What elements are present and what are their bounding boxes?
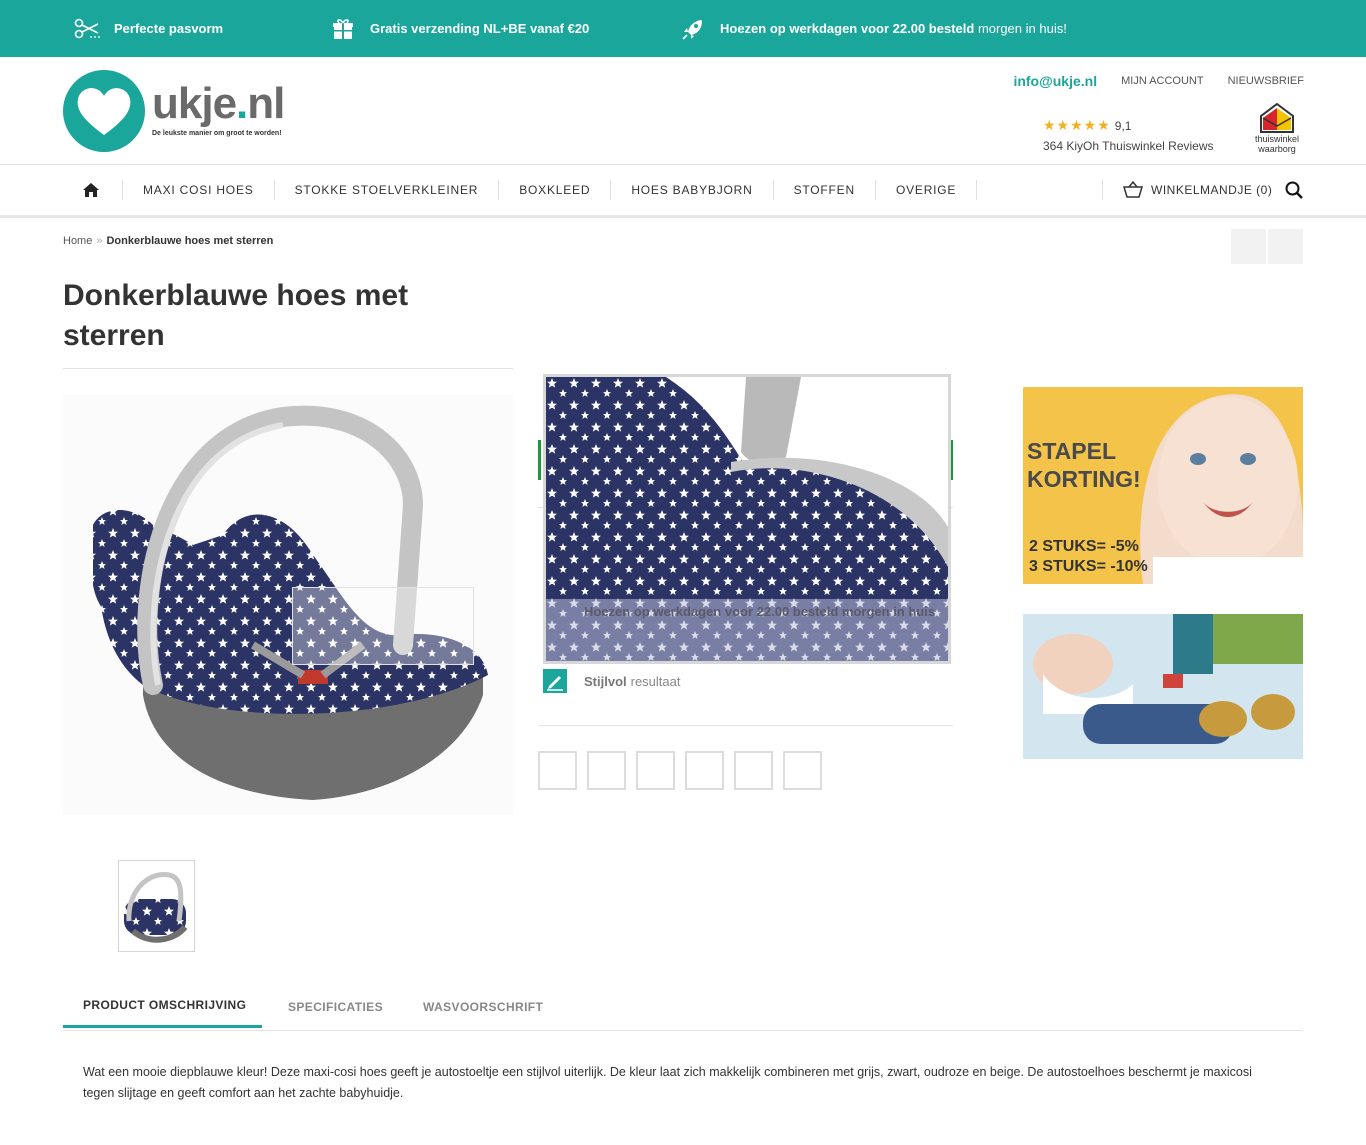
breadcrumb-home[interactable]: Home [63,235,92,247]
rocket-icon [680,16,706,42]
nav-item-overige[interactable]: OVERIGE [876,180,978,200]
next-product-button[interactable] [1268,229,1303,264]
nav-item-maxi-cosi-hoes[interactable]: MAXI COSI HOES [123,180,275,200]
variant-swatch[interactable] [783,751,822,790]
logo-wordmark: ukje.nl [152,79,285,128]
variant-swatch[interactable] [587,751,626,790]
product-title: Donkerblauwe hoes met sterren [63,276,513,369]
usp-fit-label: Perfecte pasvorm [114,21,224,36]
product-pager [1231,229,1303,264]
nav-item-stokke-stoelverkleiner[interactable]: STOKKE STOELVERKLEINER [275,180,500,200]
variant-swatches [538,751,822,790]
email-link[interactable]: info@ukje.nl [1013,73,1097,89]
breadcrumb-current: Donkerblauwe hoes met sterren [106,235,274,247]
zoom-preview [543,374,951,664]
search-icon[interactable] [1285,181,1303,204]
rating-count: 364 KiyOh Thuiswinkel Reviews [1043,139,1214,153]
usp-delivery-label-bold: Hoezen op werkdagen voor 22.00 besteld [720,21,975,36]
usp-bar: Perfecte pasvorm Gratis verzending NL+BE… [0,0,1366,57]
tab-specificaties[interactable]: SPECIFICATIES [288,985,383,1028]
usp-delivery-label-light: morgen in huis! [977,21,1067,36]
heart-logo-icon [63,70,145,152]
zoom-lens [292,587,474,665]
svg-text:waarborg: waarborg [1257,144,1296,154]
nav-item-hoes-babybjorn[interactable]: HOES BABYBJORN [611,180,774,200]
header-links: info@ukje.nl MIJN ACCOUNT NIEUWSBRIEF [1013,73,1304,89]
logo-tagline: De leukste manier om groot te worden! [152,130,282,137]
review-rating[interactable]: ★★★★★ 9,1 364 KiyOh Thuiswinkel Reviews [1043,117,1214,153]
variant-swatch[interactable] [734,751,773,790]
pencil-check-icon [543,669,567,693]
tab-wasvoorschrift[interactable]: WASVOORSCHRIFT [423,985,543,1028]
breadcrumb: Home » Donkerblauwe hoes met sterren [63,235,273,247]
benefit-rest: resultaat [630,673,681,689]
rating-stars: ★★★★★ [1043,117,1111,133]
variant-swatch[interactable] [636,751,675,790]
account-link[interactable]: MIJN ACCOUNT [1121,75,1204,87]
thuiswinkel-waarborg-logo[interactable]: thuiswinkel waarborg [1249,102,1305,154]
divider [538,725,953,726]
rating-score: 9,1 [1114,119,1132,133]
usp-shipping-label: Gratis verzending NL+BE vanaf €20 [370,21,590,36]
nav-item-stoffen[interactable]: STOFFEN [774,180,876,200]
usp-fit: Perfecte pasvorm [74,0,223,57]
banner-title: STAPEL KORTING! [1027,438,1141,492]
usp-shipping: Gratis verzending NL+BE vanaf €20 [330,0,589,57]
main-navigation: MAXI COSI HOES STOKKE STOELVERKLEINER BO… [0,165,1366,218]
basket-icon [1123,181,1143,198]
zoom-usp-text: Hoezen op werkdagen voor 22.00 besteld m… [584,604,936,619]
home-icon[interactable] [62,180,123,200]
breadcrumb-separator: » [96,235,103,247]
usp-delivery: Hoezen op werkdagen voor 22.00 besteld m… [680,0,1067,57]
product-thumbnail[interactable] [118,860,195,952]
banner-discounts: 2 STUKS= -5% 3 STUKS= -10% [1029,538,1148,575]
benefit-item: Stijlvol resultaat [543,669,681,693]
scissors-icon [74,16,100,42]
tab-product-omschrijving[interactable]: PRODUCT OMSCHRIJVING [63,985,262,1028]
previous-product-button[interactable] [1231,229,1266,264]
benefit-bold: Stijlvol [584,673,627,689]
variant-swatch[interactable] [685,751,724,790]
site-header: ukje.nl De leukste manier om groot te wo… [0,57,1366,165]
cart-button[interactable]: WINKELMANDJE (0) [1102,180,1272,200]
product-description: Wat een mooie diepblauwe kleur! Deze max… [83,1065,1252,1100]
stapel-korting-banner[interactable]: STAPEL KORTING! 2 STUKS= -5% 3 STUKS= -10% [1023,387,1303,584]
product-tabs: PRODUCT OMSCHRIJVING SPECIFICATIES WASVO… [63,985,1303,1031]
newsletter-link[interactable]: NIEUWSBRIEF [1228,75,1304,87]
svg-text:thuiswinkel: thuiswinkel [1255,134,1299,144]
site-logo[interactable]: ukje.nl De leukste manier om groot te wo… [62,69,302,155]
variant-swatch[interactable] [538,751,577,790]
baby-photo-banner[interactable] [1023,614,1303,759]
gift-icon [330,16,356,42]
cart-label: WINKELMANDJE (0) [1151,183,1273,197]
nav-item-boxkleed[interactable]: BOXKLEED [499,180,612,200]
